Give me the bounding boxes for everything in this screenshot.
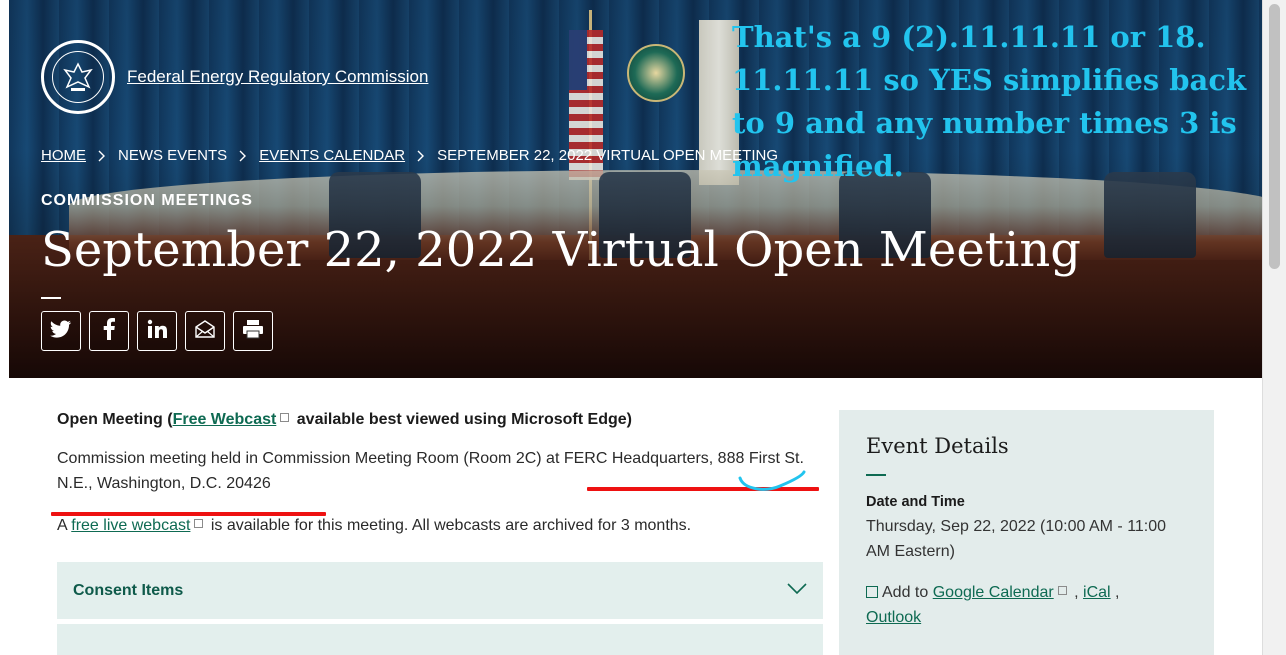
outlook-link[interactable]: Outlook xyxy=(866,609,921,626)
event-details-panel: Event Details Date and Time Thursday, Se… xyxy=(839,410,1214,655)
print-button[interactable] xyxy=(233,311,273,351)
chevron-down-icon xyxy=(787,582,807,600)
ferc-seal-icon xyxy=(41,40,115,114)
agency-name-link[interactable]: Federal Energy Regulatory Commission xyxy=(127,67,428,87)
lead-suffix: available best viewed using Microsoft Ed… xyxy=(296,411,632,428)
google-calendar-link[interactable]: Google Calendar xyxy=(933,584,1054,601)
free-webcast-link[interactable]: Free Webcast xyxy=(173,411,277,428)
external-link-icon xyxy=(1057,586,1067,595)
ical-link[interactable]: iCal xyxy=(1083,584,1111,601)
date-time-value: Thursday, Sep 22, 2022 (10:00 AM - 11:00… xyxy=(866,518,1167,560)
accordion-label: Consent Items xyxy=(73,581,184,599)
event-details-heading: Event Details xyxy=(866,434,1009,458)
section-eyebrow: COMMISSION MEETINGS xyxy=(41,192,253,209)
linkedin-share-button[interactable] xyxy=(137,311,177,351)
main-content: Open Meeting (Free Webcast available bes… xyxy=(57,405,823,538)
lead-prefix: Open Meeting ( xyxy=(57,411,173,428)
annotation-scribble xyxy=(738,470,806,491)
webcast-info-text: A free live webcast is available for thi… xyxy=(57,513,823,538)
breadcrumb-current-page: SEPTEMBER 22, 2022 VIRTUAL OPEN MEETING xyxy=(437,147,779,164)
scrollbar-thumb[interactable] xyxy=(1269,4,1280,269)
breadcrumb: HOME NEWS EVENTS EVENTS CALENDAR SEPTEMB… xyxy=(41,147,778,164)
wall-seal-image xyxy=(627,44,685,102)
consent-items-accordion[interactable]: Consent Items xyxy=(57,562,823,619)
breadcrumb-home[interactable]: HOME xyxy=(41,147,86,164)
share-toolbar xyxy=(41,311,273,351)
external-link-icon xyxy=(280,413,290,422)
twitter-icon xyxy=(50,320,72,343)
chevron-right-icon xyxy=(98,150,106,162)
accordion-next-item[interactable] xyxy=(57,624,823,655)
chevron-right-icon xyxy=(239,150,247,162)
email-icon xyxy=(194,319,216,344)
breadcrumb-events-calendar[interactable]: EVENTS CALENDAR xyxy=(259,147,405,164)
linkedin-icon xyxy=(147,319,167,344)
webcast-suffix: is available for this meeting. All webca… xyxy=(210,517,692,534)
heading-divider xyxy=(866,474,886,476)
free-live-webcast-link[interactable]: free live webcast xyxy=(71,517,190,534)
date-time-label: Date and Time xyxy=(866,494,965,510)
add-to-label: Add to xyxy=(882,584,929,601)
print-icon xyxy=(242,319,264,344)
calendar-icon xyxy=(866,586,878,598)
twitter-share-button[interactable] xyxy=(41,311,81,351)
email-share-button[interactable] xyxy=(185,311,225,351)
facebook-share-button[interactable] xyxy=(89,311,129,351)
open-meeting-lead: Open Meeting (Free Webcast available bes… xyxy=(57,411,823,429)
page-scrollbar[interactable] xyxy=(1262,0,1286,655)
breadcrumb-news-events: NEWS EVENTS xyxy=(118,147,228,164)
add-to-calendar: Add to Google Calendar , iCal , Outlook xyxy=(866,584,1120,626)
agency-home-link[interactable]: Federal Energy Regulatory Commission xyxy=(41,40,428,114)
external-link-icon xyxy=(194,519,204,528)
webcast-prefix: A xyxy=(57,517,67,534)
title-divider xyxy=(41,297,61,299)
annotation-underline xyxy=(51,512,326,516)
handwritten-annotation: That's a 9 (2).11.11.11 or 18. 11.11.11 … xyxy=(732,20,1247,183)
facebook-icon xyxy=(103,317,115,345)
page-title: September 22, 2022 Virtual Open Meeting xyxy=(41,222,1082,278)
chevron-right-icon xyxy=(417,150,425,162)
